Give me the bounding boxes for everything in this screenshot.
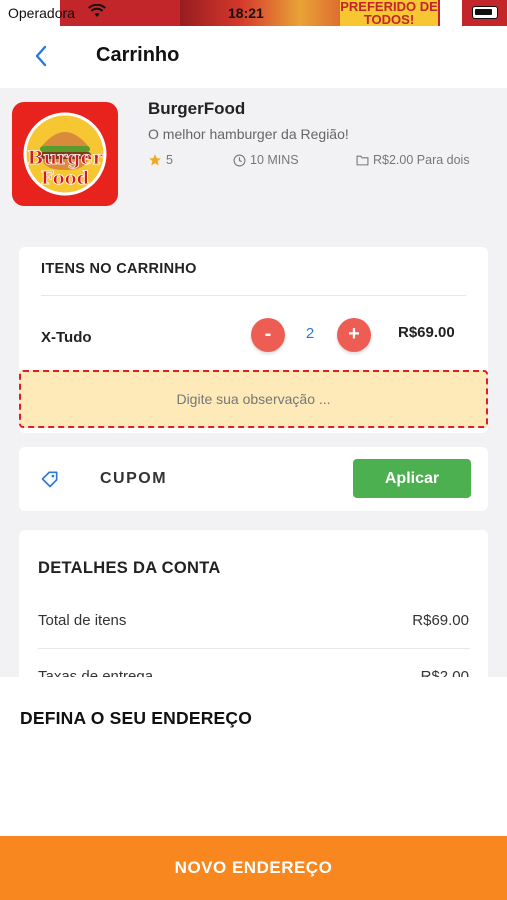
cart-item-price: R$69.00 [398, 324, 455, 341]
rating-value: 5 [166, 153, 173, 167]
clock-icon [233, 154, 246, 166]
battery-icon [472, 6, 498, 19]
logo-text-bottom: Food [41, 168, 90, 189]
wifi-icon [88, 4, 106, 17]
divider [41, 295, 466, 296]
banner-promo-text: PREFERIDO DE TODOS! [340, 0, 438, 26]
address-sheet-title: DEFINA O SEU ENDEREÇO [20, 708, 253, 728]
burger-logo-icon: Burger Food [23, 112, 107, 196]
apply-coupon-button[interactable]: Aplicar [353, 459, 471, 498]
increase-quantity-button[interactable]: + [337, 318, 371, 352]
cart-section-title: ITENS NO CARRINHO [41, 261, 197, 277]
restaurant-logo: Burger Food [12, 102, 118, 206]
price-meta: R$2.00 Para dois [356, 153, 470, 167]
decrease-quantity-button[interactable]: - [251, 318, 285, 352]
logo-text-top: Burger [27, 147, 103, 169]
cart-item-name: X-Tudo [41, 329, 92, 346]
rating-meta: 5 [148, 153, 173, 167]
tag-icon [41, 471, 58, 488]
bill-details-card [19, 530, 488, 690]
divider [38, 648, 470, 649]
delivery-time: 10 MINS [250, 153, 299, 167]
price-for-two: R$2.00 Para dois [373, 153, 470, 167]
item-quantity: 2 [305, 325, 315, 342]
new-address-button[interactable]: NOVO ENDEREÇO [0, 836, 507, 900]
observation-input[interactable]: Digite sua observação ... [19, 370, 488, 428]
time-meta: 10 MINS [233, 153, 299, 167]
restaurant-description: O melhor hamburger da Região! [148, 126, 349, 142]
back-chevron-icon[interactable] [30, 42, 54, 70]
restaurant-name: BurgerFood [148, 99, 246, 118]
bill-row-label: Total de itens [38, 612, 127, 629]
bill-details-title: DETALHES DA CONTA [38, 559, 221, 577]
clock: 18:21 [228, 5, 264, 21]
wallet-icon [356, 155, 369, 166]
carrier-label: Operadora [8, 5, 75, 21]
address-bottom-sheet: DEFINA O SEU ENDEREÇO NOVO ENDEREÇO [0, 677, 507, 900]
navigation-bar: Carrinho [0, 26, 507, 88]
bill-row-value: R$69.00 [412, 612, 469, 629]
page-title: Carrinho [96, 44, 180, 66]
status-bar: PREFERIDO DE TODOS! Operadora 18:21 [0, 0, 507, 26]
coupon-label: CUPOM [100, 470, 168, 487]
star-icon [149, 154, 161, 166]
